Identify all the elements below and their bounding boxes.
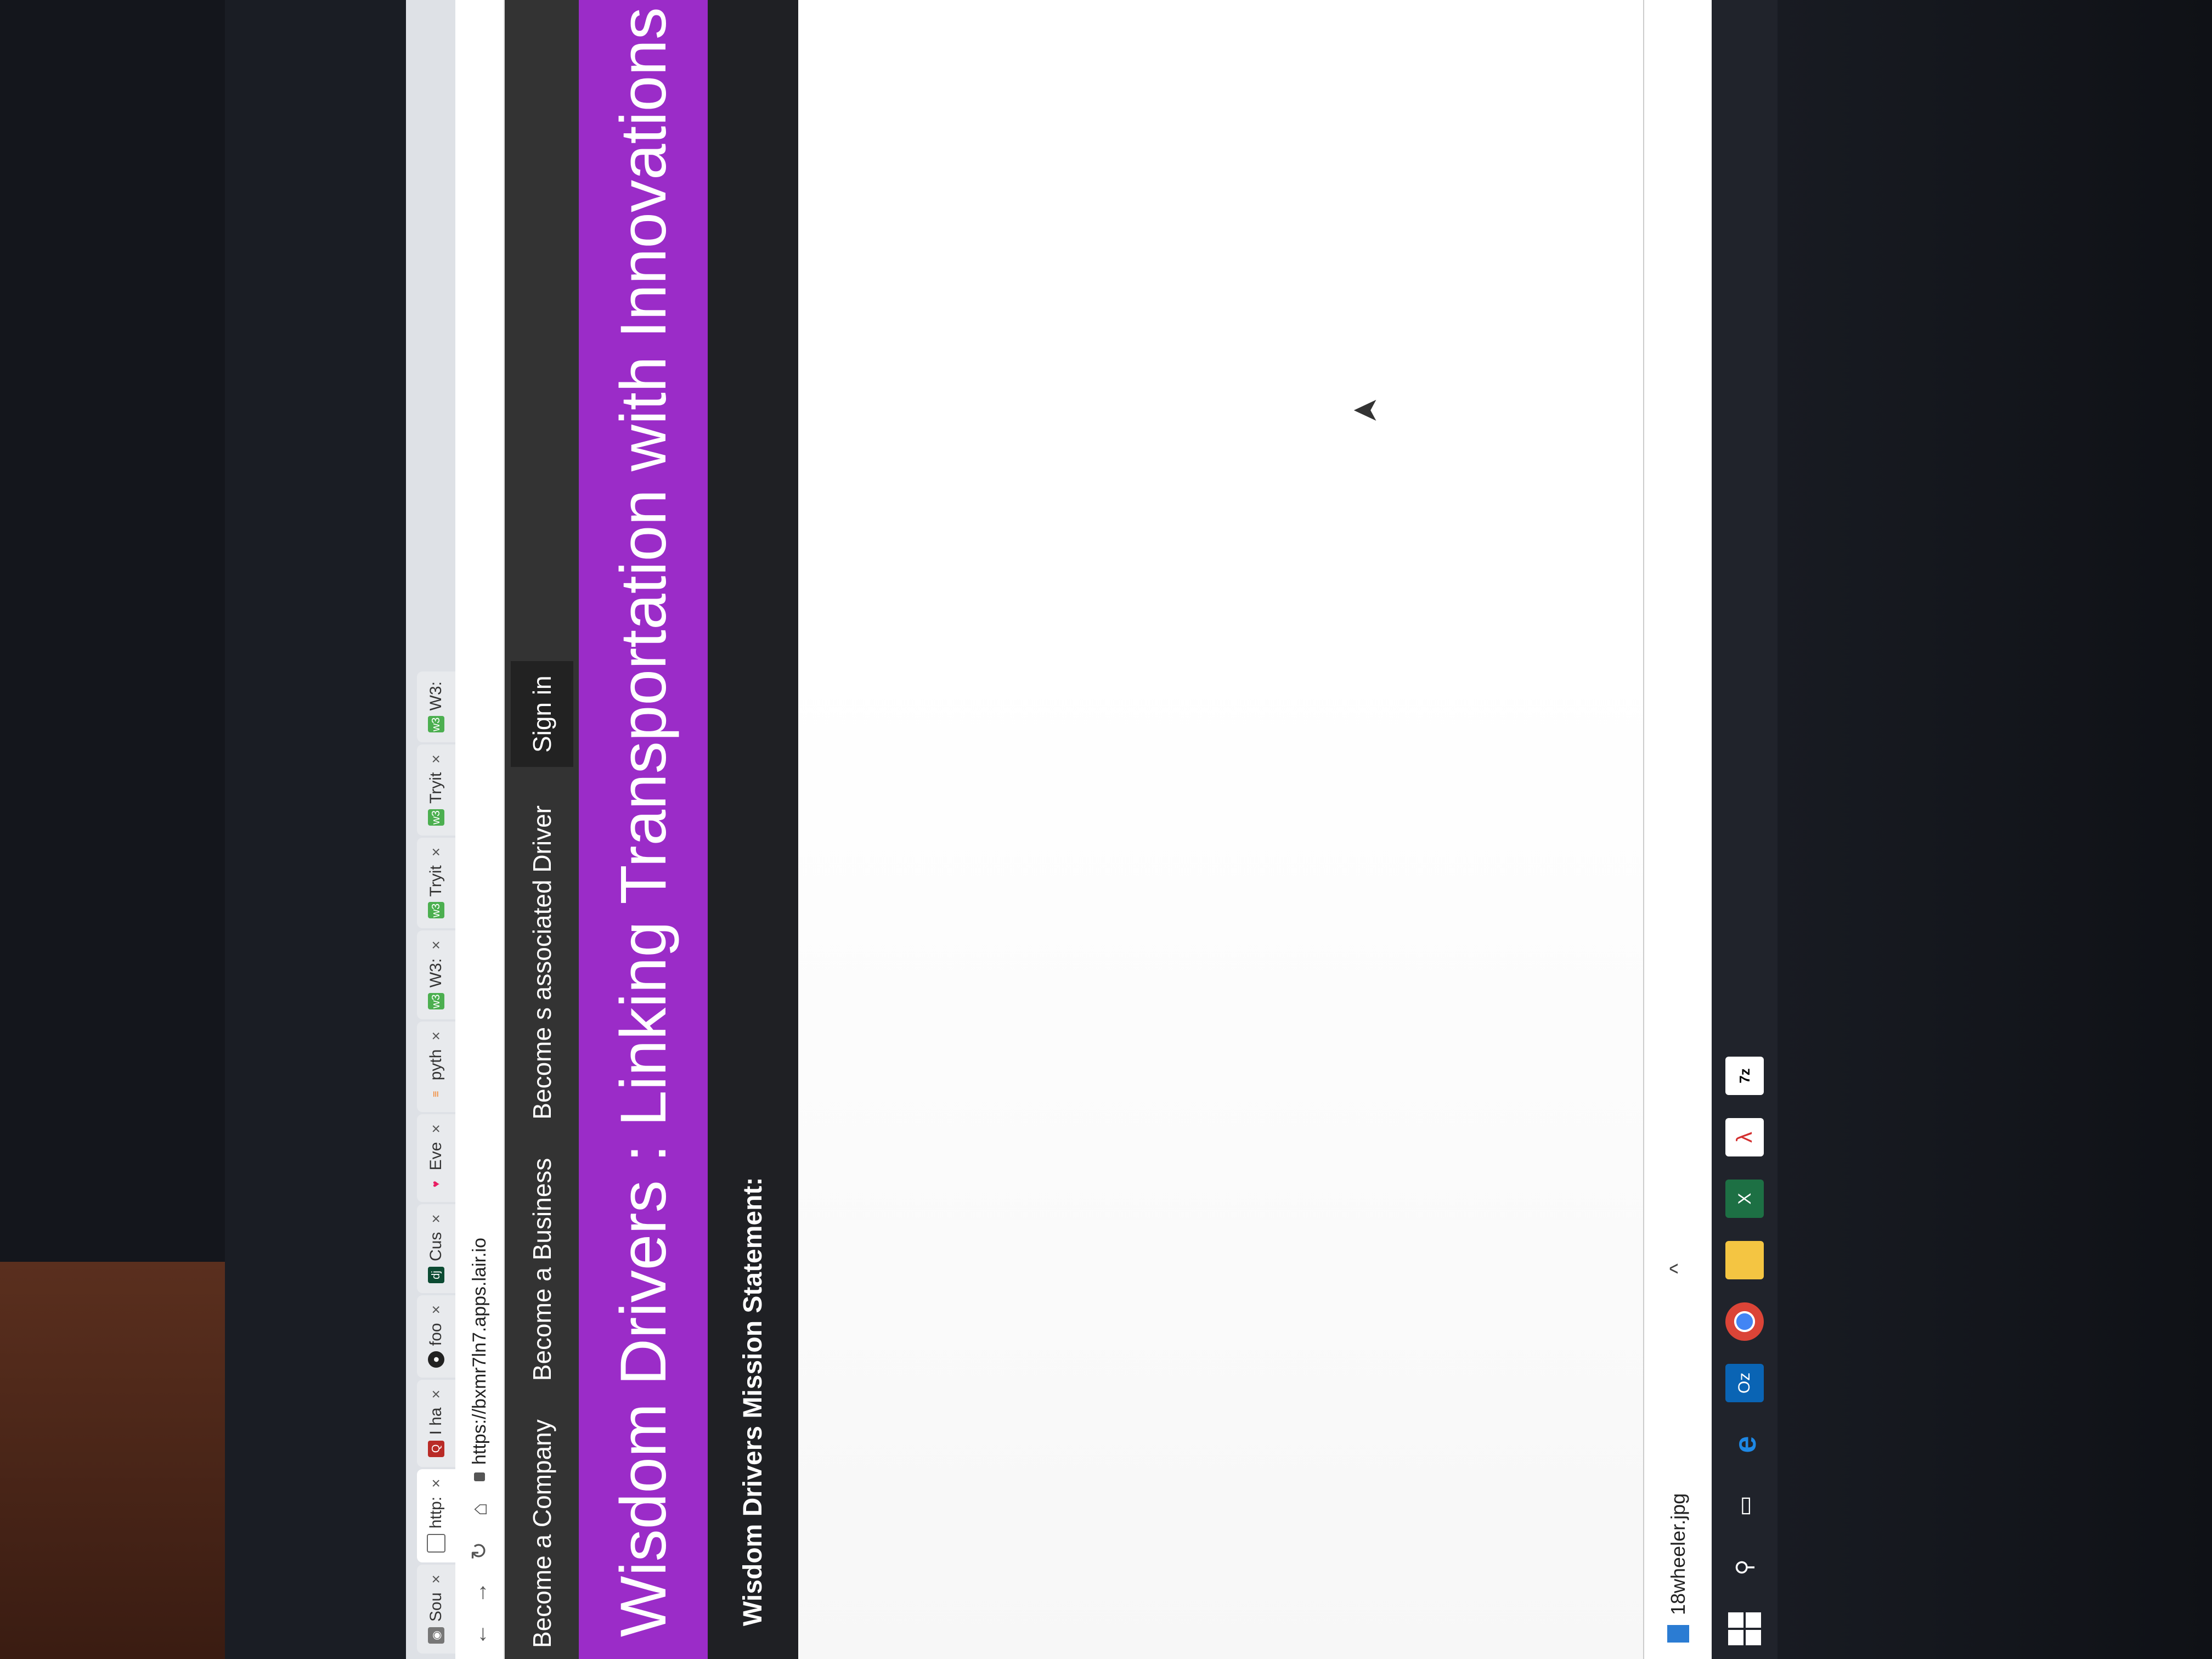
tab-active[interactable]: http: × <box>417 1469 455 1563</box>
chevron-up-icon[interactable]: ^ <box>1666 1263 1690 1274</box>
close-icon[interactable]: × <box>427 1479 445 1488</box>
w3schools-icon: w3 <box>428 902 444 919</box>
chrome-icon[interactable] <box>1725 1302 1764 1341</box>
tab-label: W3: <box>427 958 445 988</box>
home-icon[interactable]: ⌂ <box>467 1496 492 1523</box>
tab-label: Tryit <box>427 865 445 897</box>
excel-icon[interactable]: X <box>1725 1180 1764 1218</box>
tab-stackoverflow[interactable]: ≡ pyth × <box>417 1022 455 1113</box>
desk-background <box>0 1262 225 1659</box>
outlook-icon[interactable]: Oz <box>1725 1364 1764 1402</box>
search-icon[interactable]: ⚲ <box>1725 1548 1764 1587</box>
tab-sound[interactable]: ◉ Sou × <box>417 1565 455 1654</box>
tab-w3schools[interactable]: w3 W3: <box>417 672 455 743</box>
screen: ◉ Sou × http: × Q I ha × ● foo × dj Cus <box>406 0 1778 1659</box>
github-icon: ● <box>428 1351 444 1368</box>
mouse-cursor-icon: ➤ <box>1352 392 1380 430</box>
tab-tryit[interactable]: w3 Tryit × <box>417 837 455 929</box>
hero-banner: Wisdom Drivers : Linking Transportation … <box>579 0 708 1659</box>
signin-link[interactable]: Sign in <box>510 661 573 768</box>
tab-heart[interactable]: ♥ Eve × <box>417 1114 455 1203</box>
w3schools-icon: w3 <box>428 716 444 733</box>
django-icon: dj <box>428 1267 444 1284</box>
heart-icon: ♥ <box>430 1181 442 1188</box>
url-field[interactable]: https://bxmr7ln7.apps.lair.io <box>469 1238 490 1481</box>
tab-w3schools[interactable]: w3 W3: × <box>417 930 455 1020</box>
tab-label: I ha <box>427 1407 445 1435</box>
tab-label: foo <box>427 1323 445 1346</box>
tab-quora[interactable]: Q I ha × <box>417 1380 455 1467</box>
close-icon[interactable]: × <box>427 754 445 763</box>
browser-tabbar: ◉ Sou × http: × Q I ha × ● foo × dj Cus <box>406 0 455 1659</box>
site-nav: Become a Company Become a Business Becom… <box>505 0 579 1659</box>
close-icon[interactable]: × <box>427 848 445 856</box>
tab-label: Sou <box>427 1592 445 1622</box>
tab-tryit[interactable]: w3 Tryit × <box>417 744 455 836</box>
close-icon[interactable]: × <box>427 940 445 949</box>
tab-label: Cus <box>427 1232 445 1262</box>
task-view-icon[interactable]: ▭ <box>1725 1487 1764 1525</box>
w3schools-icon: w3 <box>428 993 444 1010</box>
tab-label: W3: <box>427 681 445 711</box>
close-icon[interactable]: × <box>427 1305 445 1314</box>
mission-section: Wisdom Drivers Mission Statement: <box>708 0 798 1659</box>
image-file-icon <box>1667 1625 1689 1643</box>
w3schools-icon: w3 <box>428 809 444 826</box>
nav-become-business[interactable]: Become a Business <box>527 1158 557 1381</box>
forward-icon[interactable]: → <box>467 1579 492 1606</box>
internet-explorer-icon[interactable]: e <box>1725 1425 1764 1464</box>
close-icon[interactable]: × <box>427 1390 445 1398</box>
close-icon[interactable]: × <box>427 1124 445 1133</box>
back-icon[interactable]: ← <box>467 1621 492 1648</box>
sevenzip-icon[interactable]: 7z <box>1725 1057 1764 1095</box>
nav-become-company[interactable]: Become a Company <box>527 1419 557 1648</box>
tab-django[interactable]: dj Cus × <box>417 1204 455 1294</box>
address-bar: ← → ↻ ⌂ https://bxmr7ln7.apps.lair.io <box>455 0 505 1659</box>
stack-icon: ≡ <box>430 1091 442 1098</box>
close-icon[interactable]: × <box>427 1575 445 1583</box>
screen-content: ◉ Sou × http: × Q I ha × ● foo × dj Cus <box>406 0 1778 1659</box>
tab-label: pyth <box>427 1049 445 1081</box>
acrobat-icon[interactable]: λ <box>1725 1118 1764 1156</box>
download-bar: 18wheeler.jpg ^ <box>1643 0 1712 1659</box>
monitor-bezel <box>225 0 406 1659</box>
content-area: ➤ <box>798 0 1643 1659</box>
lock-icon <box>474 1472 485 1481</box>
windows-taskbar: ⚲ ▭ e Oz X λ 7z <box>1712 0 1778 1659</box>
tab-label: http: <box>427 1496 445 1529</box>
close-icon[interactable]: × <box>427 1214 445 1223</box>
nav-become-driver[interactable]: Become s associated Driver <box>527 805 557 1120</box>
mission-heading: Wisdom Drivers Mission Statement: <box>738 1177 768 1626</box>
file-explorer-icon[interactable] <box>1725 1241 1764 1279</box>
tab-label: Eve <box>427 1142 445 1171</box>
page-title: Wisdom Drivers : Linking Transportation … <box>607 7 680 1637</box>
download-filename: 18wheeler.jpg <box>1666 1493 1689 1615</box>
quora-icon: Q <box>428 1440 444 1457</box>
download-item[interactable]: 18wheeler.jpg <box>1667 1493 1690 1643</box>
page-icon <box>427 1534 445 1553</box>
close-icon[interactable]: × <box>427 1031 445 1040</box>
sound-icon: ◉ <box>428 1627 444 1644</box>
reload-icon[interactable]: ↻ <box>467 1537 492 1565</box>
url-text: https://bxmr7ln7.apps.lair.io <box>469 1238 490 1465</box>
tab-label: Tryit <box>427 772 445 804</box>
tab-github[interactable]: ● foo × <box>417 1295 455 1378</box>
keyboard-area <box>1778 0 2212 1659</box>
windows-start-icon[interactable] <box>1725 1610 1764 1648</box>
